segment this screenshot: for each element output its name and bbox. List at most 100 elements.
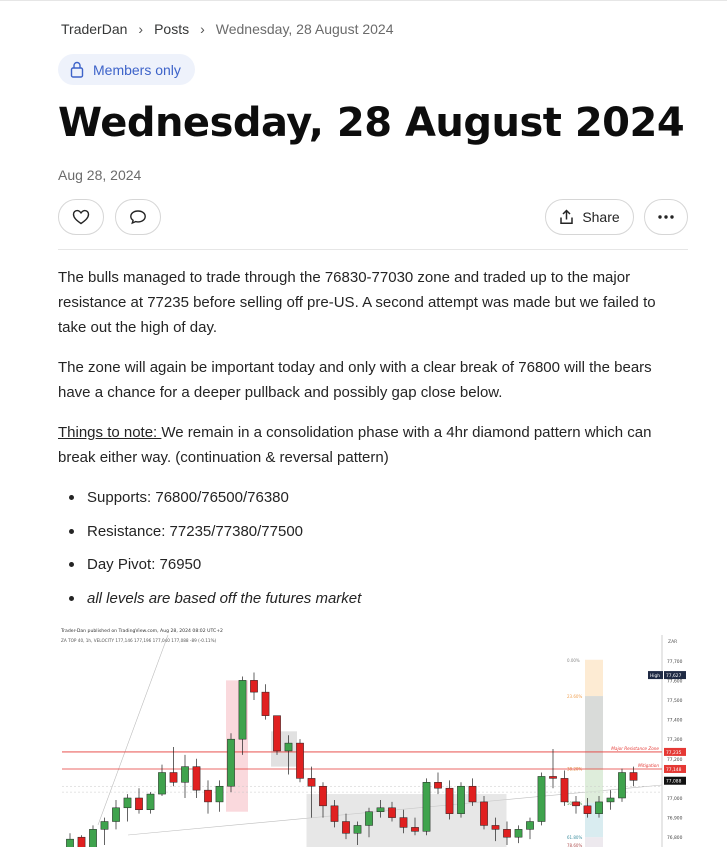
- candle-body: [146, 793, 155, 811]
- candle-body: [284, 742, 293, 752]
- list-item-disclaimer: all levels are based off the futures mar…: [58, 586, 361, 620]
- candle-body: [66, 838, 74, 847]
- candle-body: [434, 782, 442, 789]
- level-line-label: Major Resistance Zone: [611, 746, 659, 751]
- candle-body: [376, 807, 385, 812]
- share-button[interactable]: Share: [545, 199, 634, 235]
- candle-body: [480, 801, 488, 826]
- candle-body: [158, 772, 166, 795]
- candle-body: [227, 738, 235, 787]
- candle-body: [135, 797, 143, 811]
- lock-icon: [70, 61, 84, 78]
- candle-body: [89, 829, 97, 847]
- candle-body: [583, 805, 592, 814]
- candle-body: [411, 827, 419, 832]
- candle-body: [457, 785, 465, 814]
- paragraph-outlook: The zone will again be important today a…: [58, 359, 652, 401]
- price-tag-text: 77,627: [666, 673, 682, 679]
- candle-body: [399, 817, 408, 828]
- list-item-pivot: Day Pivot: 76950: [58, 552, 361, 586]
- candle-body: [100, 821, 109, 830]
- more-icon: [658, 215, 674, 219]
- candle-body: [296, 742, 304, 779]
- level-line-label: Mitigation: [638, 763, 659, 768]
- candle-body: [215, 785, 224, 803]
- breadcrumb-current: Wednesday, 28 August 2024: [215, 21, 394, 37]
- fib-zone: [585, 768, 603, 803]
- fib-label: 78.60%: [567, 843, 582, 847]
- fib-zone: [585, 659, 603, 697]
- share-icon: [560, 209, 574, 224]
- price-tag-text: 77,148: [666, 767, 682, 773]
- candle-body: [629, 772, 638, 781]
- breadcrumb-author[interactable]: TraderDan: [61, 21, 127, 37]
- paragraph-recap: The bulls managed to trade through the 7…: [58, 269, 656, 336]
- y-tick-label: 76,900: [667, 816, 683, 822]
- price-tag-text: High: [650, 673, 660, 679]
- candle-body: [112, 807, 120, 822]
- fib-label: 23.60%: [567, 694, 582, 699]
- candle-body: [445, 787, 454, 814]
- y-tick-label: 76,800: [667, 835, 683, 841]
- note-label: Things to note:: [58, 424, 162, 441]
- y-tick-label: 77,700: [667, 659, 683, 665]
- candle-body: [572, 801, 580, 807]
- candle-body: [422, 782, 431, 832]
- candle-body: [307, 778, 316, 787]
- candle-body: [77, 836, 86, 847]
- chart-subheader: ZA TOP 40, 1h, VELOCITY 177,146 177,196 …: [61, 638, 217, 643]
- top-divider: [0, 0, 727, 1]
- y-tick-label: 77,500: [667, 698, 683, 704]
- currency-label: ZAR: [668, 639, 677, 645]
- candle-body: [123, 797, 132, 809]
- page-title: Wednesday, 28 August 2024: [58, 100, 685, 146]
- candle-body: [365, 811, 373, 826]
- chevron-right-icon: ›: [200, 21, 205, 37]
- more-options-button[interactable]: [644, 199, 688, 235]
- comment-icon: [130, 210, 146, 225]
- candle-body: [618, 772, 626, 799]
- candle-body: [503, 829, 511, 838]
- candlestick-chart: Trader-Dan published on TradingView.com,…: [58, 625, 688, 847]
- candle-body: [537, 776, 546, 822]
- candle-body: [549, 776, 557, 779]
- candle-body: [204, 789, 212, 803]
- candle-body: [261, 691, 270, 716]
- badge-label: Members only: [93, 61, 181, 78]
- action-bar-divider: [58, 249, 688, 250]
- comment-button[interactable]: [115, 199, 161, 235]
- candle-body: [330, 805, 339, 822]
- fib-zone: [585, 837, 603, 847]
- candle-body: [468, 785, 477, 803]
- y-tick-label: 77,600: [667, 678, 683, 684]
- fib-label: 0.00%: [567, 658, 580, 663]
- like-button[interactable]: [58, 199, 104, 235]
- breadcrumb-posts[interactable]: Posts: [154, 21, 189, 37]
- levels-list: Supports: 76800/76500/76380 Resistance: …: [58, 485, 361, 619]
- chart-header: Trader-Dan published on TradingView.com,…: [60, 628, 223, 634]
- candle-body: [181, 766, 189, 783]
- candle-body: [238, 680, 247, 740]
- candle-body: [250, 680, 258, 693]
- list-item-supports: Supports: 76800/76500/76380: [58, 485, 361, 519]
- candle-body: [595, 801, 603, 814]
- price-tag-text: 77,088: [666, 779, 682, 785]
- breadcrumb: TraderDan › Posts › Wednesday, 28 August…: [61, 21, 394, 37]
- candle-body: [353, 825, 362, 834]
- candle-body: [192, 766, 201, 791]
- list-item-resistance: Resistance: 77235/77380/77500: [58, 519, 361, 553]
- fib-zone: [585, 696, 603, 769]
- candle-body: [319, 785, 327, 807]
- y-tick-label: 77,400: [667, 718, 683, 724]
- y-tick-label: 77,000: [667, 796, 683, 802]
- heart-icon: [72, 209, 90, 225]
- chevron-right-icon: ›: [138, 21, 144, 37]
- members-only-badge: Members only: [58, 54, 195, 85]
- candle-body: [560, 778, 569, 803]
- candle-body: [514, 829, 523, 838]
- y-tick-label: 77,200: [667, 757, 683, 763]
- fib-label: 61.80%: [567, 835, 582, 840]
- candle-body: [388, 807, 396, 818]
- tradingview-chart[interactable]: Trader-Dan published on TradingView.com,…: [58, 625, 688, 847]
- candle-body: [273, 715, 281, 752]
